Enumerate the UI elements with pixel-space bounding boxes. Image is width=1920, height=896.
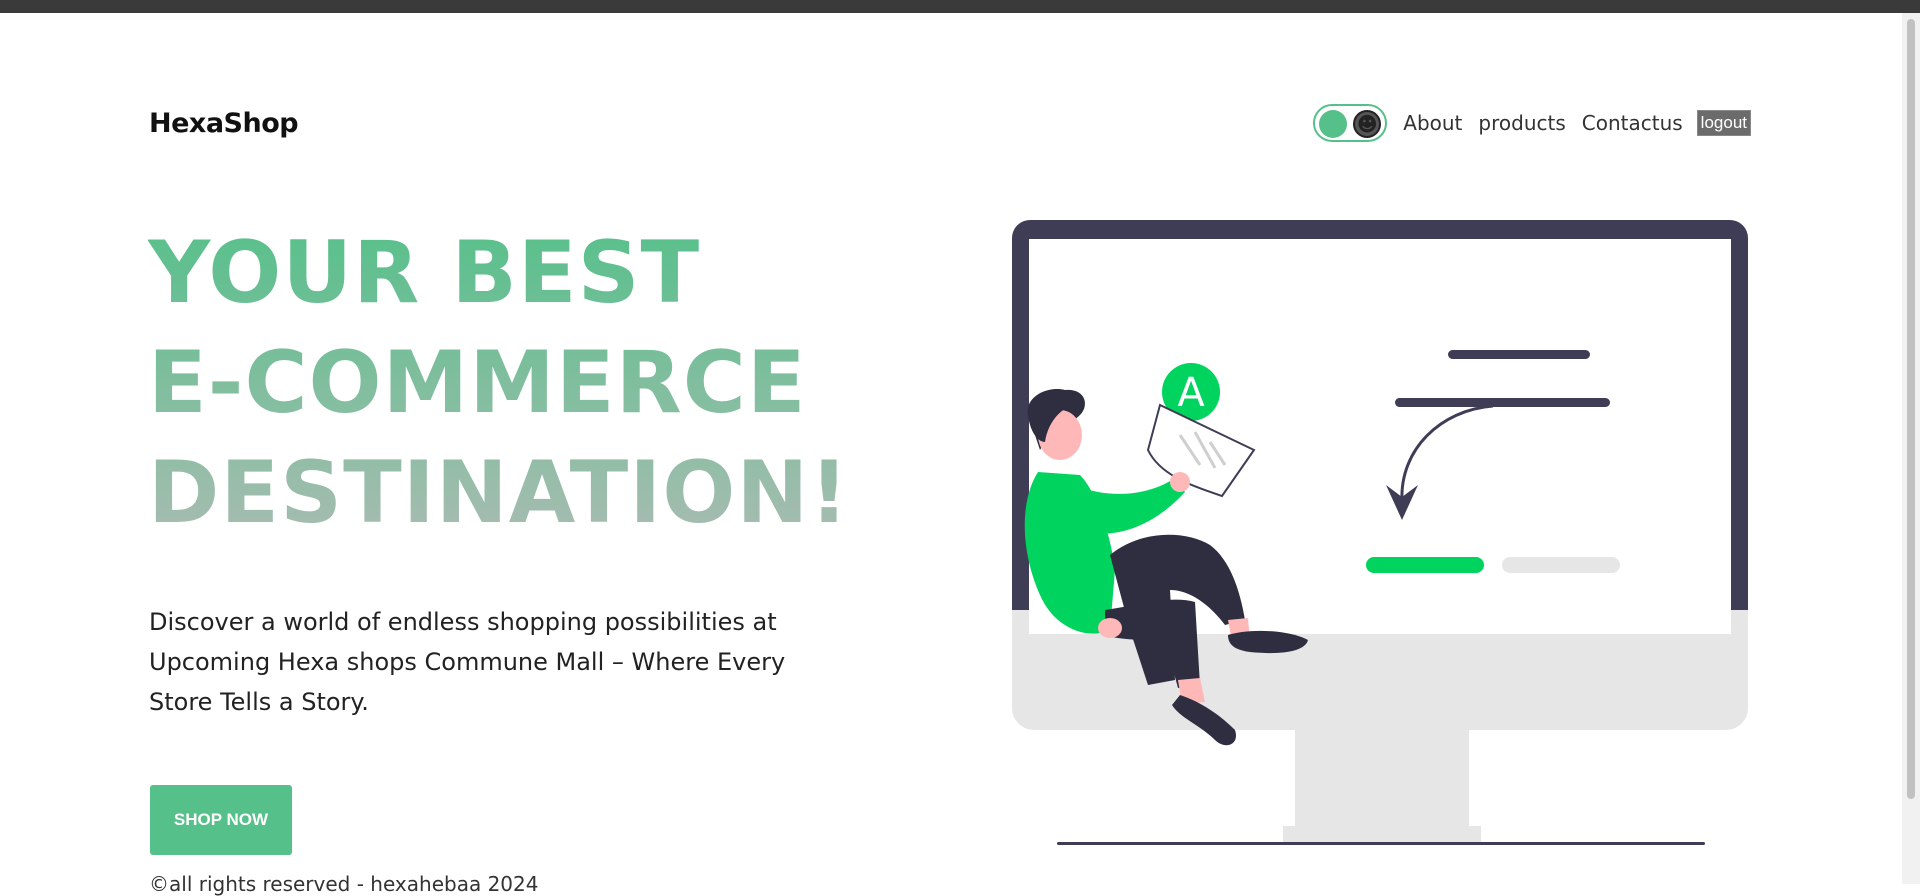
shop-now-button[interactable]: SHOP NOW — [150, 785, 292, 855]
screen-bar-gray — [1502, 557, 1620, 573]
toggle-knob — [1319, 110, 1348, 138]
person-hand — [1170, 472, 1190, 492]
nav-link-products[interactable]: products — [1478, 111, 1565, 135]
monitor-stand-base — [1283, 826, 1481, 842]
logout-button[interactable]: logout — [1696, 110, 1751, 136]
floor-line — [1057, 842, 1705, 845]
hero-title-line-1: YOUR BEST — [148, 223, 701, 323]
site-logo[interactable]: HexaShop — [149, 108, 299, 139]
main-nav: ☻ About products Contactus logout — [1313, 104, 1751, 142]
monitor-stand — [1295, 730, 1469, 830]
hero-description: Discover a world of endless shopping pos… — [149, 608, 786, 716]
hero-title-line-2: E-COMMERCE — [148, 333, 807, 433]
screen-line-short — [1448, 350, 1590, 359]
screen-line-long — [1395, 398, 1610, 407]
screen-bar-green — [1366, 557, 1484, 573]
theme-toggle[interactable]: ☻ — [1313, 104, 1388, 142]
vertical-scrollbar[interactable] — [1902, 13, 1920, 884]
person-knee — [1098, 618, 1122, 638]
dark-face-icon: ☻ — [1353, 110, 1382, 138]
footer-copyright: ©all rights reserved - hexahebaa 2024 — [149, 872, 539, 896]
scrollbar-thumb[interactable] — [1907, 19, 1915, 799]
hero-title: YOUR BEST E-COMMERCE DESTINATION! — [148, 218, 850, 548]
nav-link-contactus[interactable]: Contactus — [1582, 111, 1683, 135]
hero-title-line-3: DESTINATION! — [148, 443, 850, 543]
hero-illustration: A — [1012, 220, 1748, 845]
nav-link-about[interactable]: About — [1403, 111, 1462, 135]
browser-top-bar — [0, 0, 1920, 13]
letter-badge-text: A — [1177, 370, 1205, 416]
